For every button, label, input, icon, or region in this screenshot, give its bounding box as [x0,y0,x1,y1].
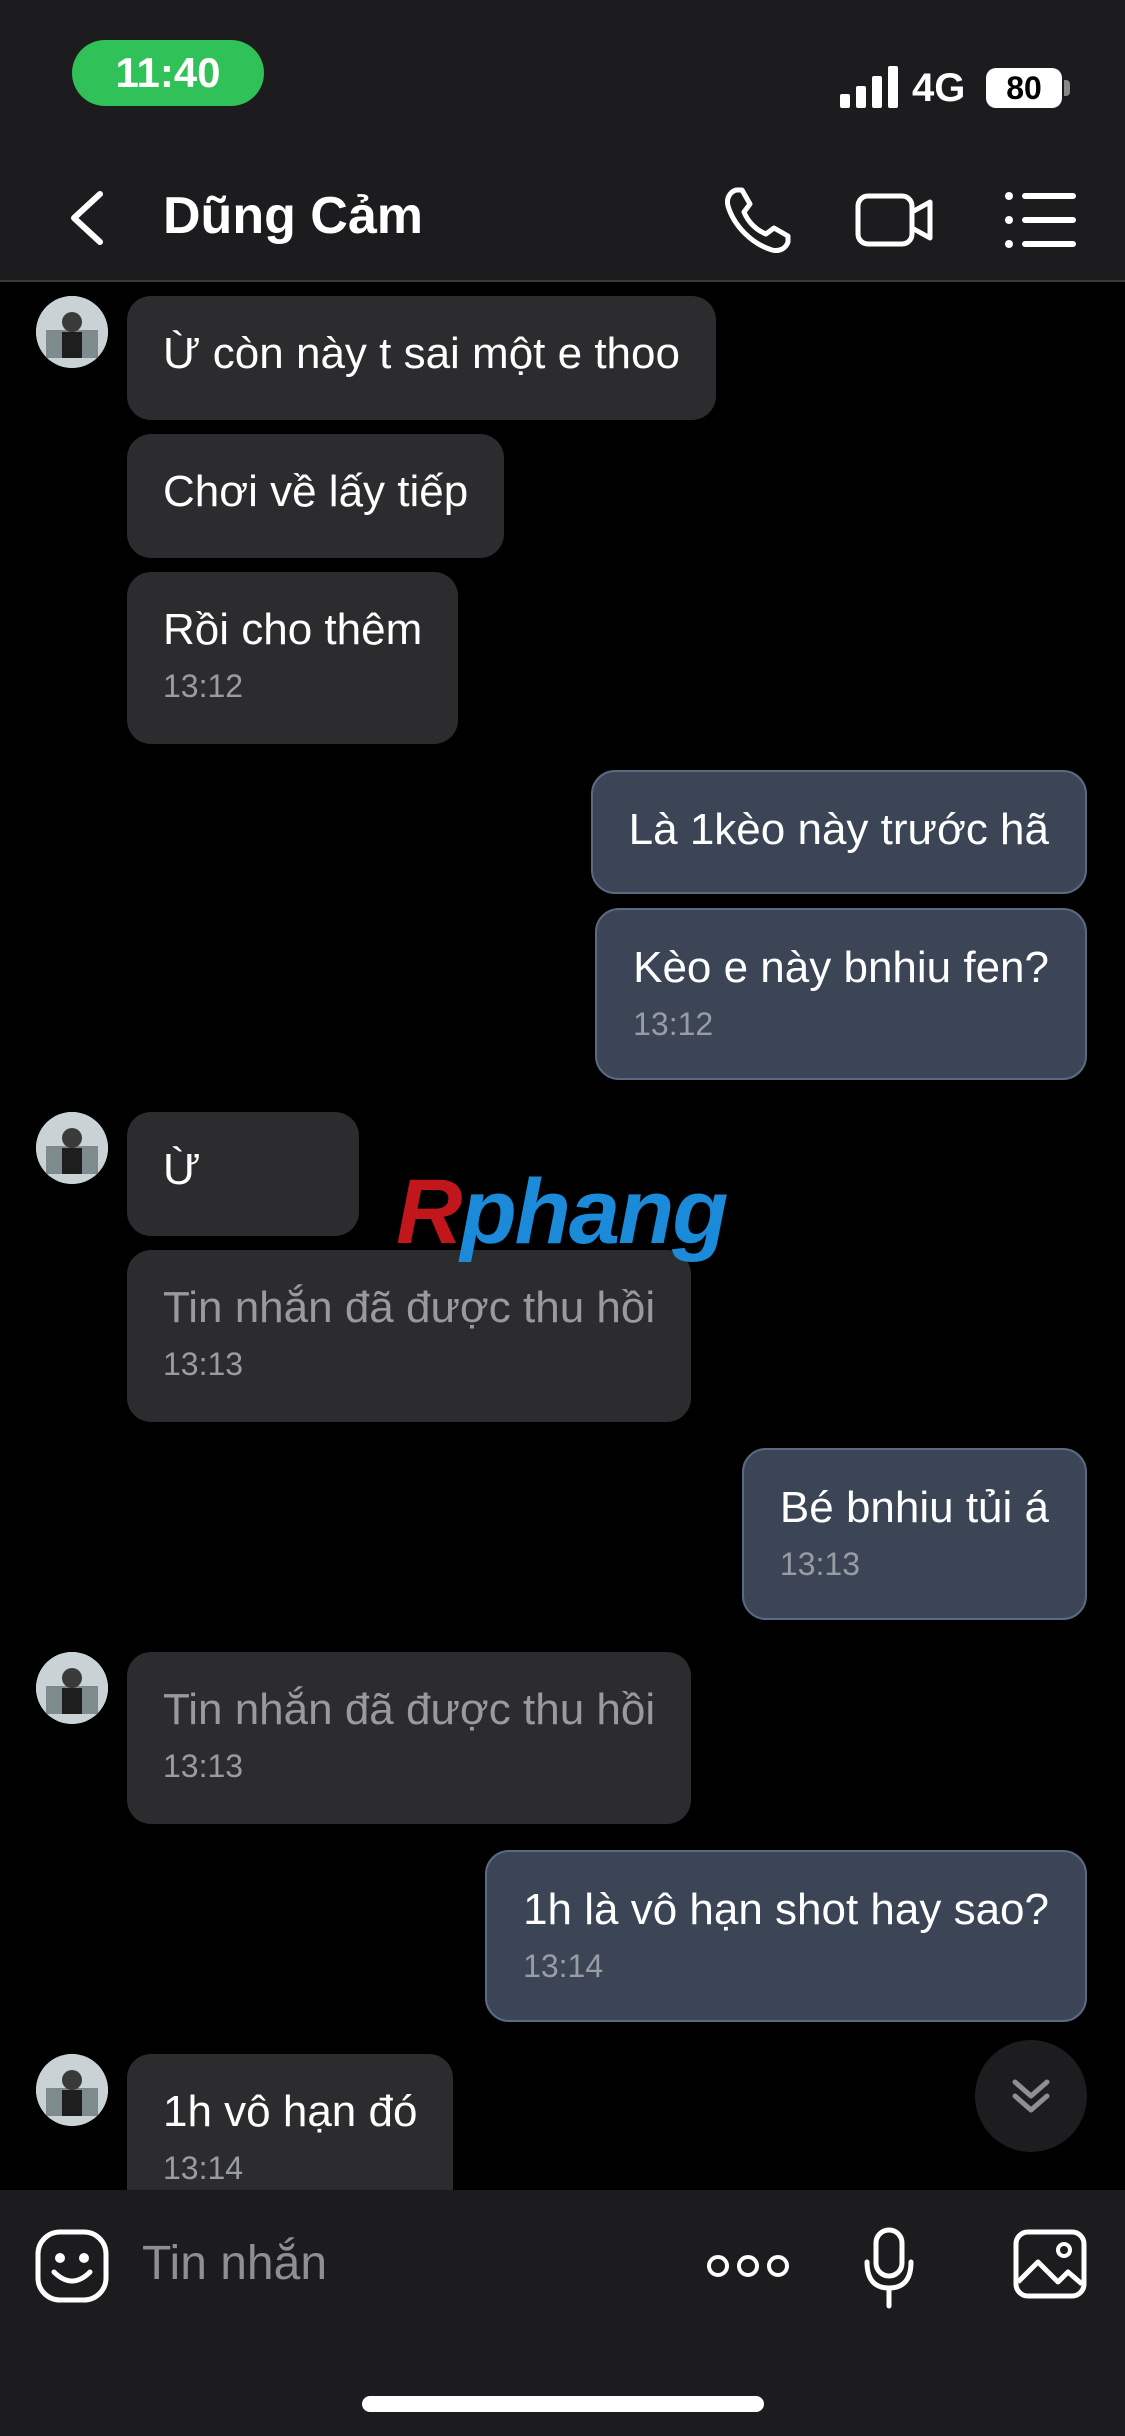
avatar[interactable] [36,1112,108,1184]
message-bubble[interactable]: Ừ [127,1112,359,1236]
battery-indicator: 80 [986,68,1062,108]
status-time: 11:40 [72,40,264,106]
avatar-photo-icon [36,2054,108,2126]
chevron-double-down-icon [1012,2079,1050,2113]
more-dots-icon[interactable] [706,2246,790,2286]
battery-cap-icon [1064,80,1070,96]
avatar[interactable] [36,296,108,368]
video-camera-icon[interactable] [854,180,934,260]
contact-name[interactable]: Dũng Cảm [163,186,423,246]
message-time: 13:13 [779,1546,860,1582]
message-time: 13:14 [163,2150,244,2186]
recalled-message[interactable]: Tin nhắn đã được thu hồi 13:13 [127,1250,692,1422]
message-bubble[interactable]: Bé bnhiu tủi á 13:13 [741,1448,1087,1620]
microphone-icon[interactable] [862,2226,916,2310]
message-bubble[interactable]: Rồi cho thêm 13:12 [127,572,459,744]
message-bubble[interactable]: Kèo e này bnhiu fen? 13:12 [595,908,1087,1080]
home-indicator[interactable] [362,2396,764,2412]
chevron-left-icon[interactable] [62,190,112,246]
chat-header: Dũng Cảm [0,150,1125,282]
message-time: 13:12 [163,668,244,704]
avatar[interactable] [36,1652,108,1724]
image-icon[interactable] [1012,2226,1088,2302]
avatar-photo-icon [36,1112,108,1184]
avatar-photo-icon [36,1652,108,1724]
message-input[interactable]: Tin nhắn [142,2236,327,2291]
watermark-logo: Rphang [396,1161,728,1263]
list-menu-icon[interactable] [1000,180,1080,260]
message-bubble[interactable]: Chơi về lấy tiếp [127,434,505,558]
status-bar: 11:40 4G 80 [0,0,1125,150]
network-type: 4G [912,66,966,110]
message-bubble[interactable]: Ừ còn này t sai một e thoo [127,296,716,420]
recalled-message[interactable]: Tin nhắn đã được thu hồi 13:13 [127,1652,692,1824]
message-bubble[interactable]: 1h là vô hạn shot hay sao? 13:14 [485,1850,1087,2022]
message-time: 13:14 [523,1948,604,1984]
emoji-icon[interactable] [34,2228,110,2304]
message-time: 13:13 [163,1346,244,1382]
message-time: 13:12 [633,1006,714,1042]
avatar-photo-icon [36,296,108,368]
phone-icon[interactable] [718,180,798,260]
message-bubble[interactable]: 1h vô hạn đó 13:14 [127,2054,454,2190]
scroll-to-bottom-button[interactable] [975,2040,1087,2152]
message-time: 13:13 [163,1748,244,1784]
avatar[interactable] [36,2054,108,2126]
message-bubble[interactable]: Là 1kèo này trước hã [590,770,1087,894]
signal-icon [840,66,898,108]
